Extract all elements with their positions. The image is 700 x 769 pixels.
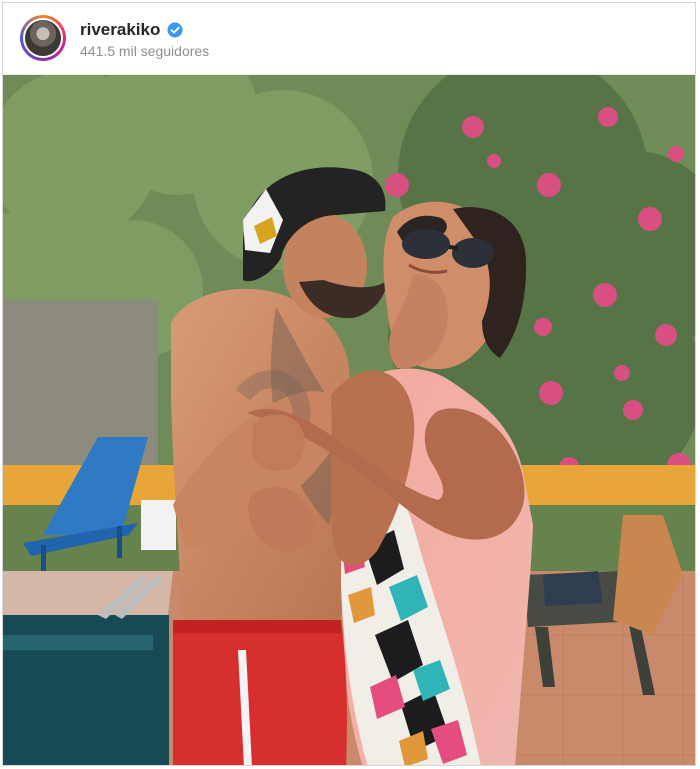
username-link[interactable]: riverakiko <box>80 20 160 40</box>
profile-avatar[interactable] <box>20 15 66 61</box>
instagram-post-card: riverakiko 441.5 mil seguidores <box>2 2 696 766</box>
followers-count: 441.5 mil seguidores <box>80 43 210 59</box>
post-photo[interactable] <box>3 75 696 766</box>
post-header: riverakiko 441.5 mil seguidores <box>3 3 695 75</box>
verified-badge-icon <box>167 22 183 38</box>
avatar-image <box>23 18 63 58</box>
